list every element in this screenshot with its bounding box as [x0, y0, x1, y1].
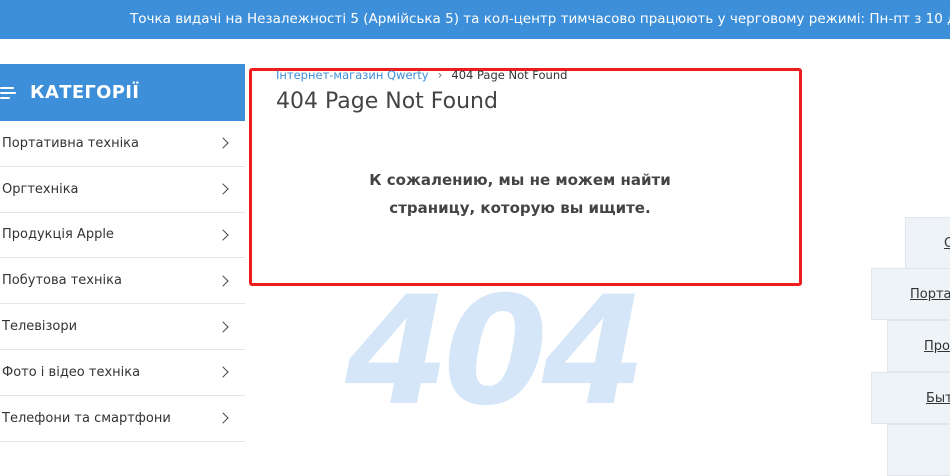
- breadcrumb-home-link[interactable]: Інтернет-магазин Qwerty: [276, 68, 429, 82]
- category-item-photo-video[interactable]: Фото і відео техніка: [0, 350, 245, 396]
- category-item-office[interactable]: Оргтехніка: [0, 167, 245, 213]
- chevron-right-icon: [217, 320, 229, 333]
- side-tab-4[interactable]: Быт: [871, 372, 950, 424]
- chevron-right-icon: [217, 275, 229, 287]
- menu-icon: [0, 86, 16, 99]
- side-tab-5[interactable]: [887, 424, 950, 476]
- chevron-right-icon: [217, 412, 229, 424]
- breadcrumb-separator: ›: [437, 68, 443, 82]
- category-item-apple[interactable]: Продукція Apple: [0, 213, 245, 259]
- categories-title: КАТЕГОРІЇ: [30, 82, 140, 103]
- announcement-bar: Точка видачі на Незалежності 5 (Армійськ…: [0, 0, 950, 39]
- chevron-right-icon: [217, 366, 229, 379]
- category-item-portable[interactable]: Портативна техніка: [0, 121, 245, 167]
- breadcrumb: Інтернет-магазин Qwerty › 404 Page Not F…: [276, 68, 567, 82]
- chevron-right-icon: [217, 137, 229, 150]
- side-tab-1[interactable]: О: [905, 217, 950, 269]
- category-list: Портативна техніка Оргтехніка Продукція …: [0, 121, 245, 442]
- category-sidebar: КАТЕГОРІЇ Портативна техніка Оргтехніка …: [0, 64, 245, 442]
- breadcrumb-current: 404 Page Not Found: [451, 68, 568, 82]
- not-found-message: К сожалению, мы не можем найти страницу,…: [345, 166, 695, 222]
- category-label: Оргтехніка: [2, 181, 79, 197]
- categories-header[interactable]: КАТЕГОРІЇ: [0, 64, 245, 121]
- category-label: Фото і відео техніка: [2, 364, 141, 380]
- category-label: Портативна техніка: [2, 135, 139, 151]
- category-label: Телефони та смартфони: [2, 410, 171, 426]
- category-item-tv[interactable]: Телевізори: [0, 304, 245, 350]
- background-404-graphic: 404: [345, 265, 646, 439]
- category-item-phones[interactable]: Телефони та смартфони: [0, 396, 245, 442]
- category-item-appliances[interactable]: Побутова техніка: [0, 258, 245, 305]
- announcement-text: Точка видачі на Незалежності 5 (Армійськ…: [130, 11, 950, 27]
- chevron-right-icon: [217, 229, 229, 241]
- side-tab-3[interactable]: Про: [887, 320, 950, 372]
- side-tab-2[interactable]: Порта: [871, 268, 950, 320]
- page-title: 404 Page Not Found: [276, 89, 498, 114]
- category-label: Побутова техніка: [2, 273, 122, 289]
- message-line-2: страницу, которую вы ищите.: [389, 199, 651, 217]
- category-label: Телевізори: [2, 319, 78, 335]
- chevron-right-icon: [217, 183, 229, 195]
- category-label: Продукція Apple: [2, 227, 114, 243]
- message-line-1: К сожалению, мы не можем найти: [369, 171, 671, 189]
- main-content: 404 Інтернет-магазин Qwerty › 404 Page N…: [245, 39, 950, 476]
